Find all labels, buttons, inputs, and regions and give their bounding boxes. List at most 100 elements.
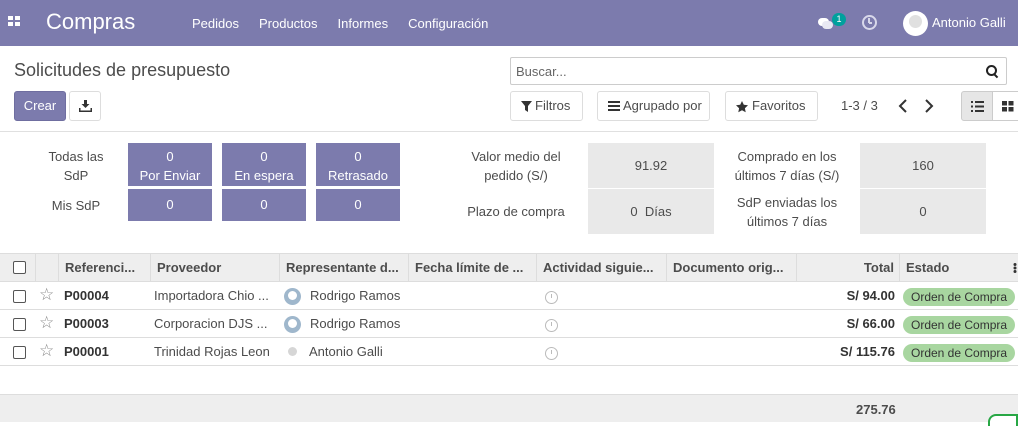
user-menu[interactable]: Antonio Galli (932, 15, 1006, 30)
activities-clock-icon[interactable] (862, 15, 877, 30)
row-checkbox[interactable] (13, 318, 26, 331)
menu-item-configuration[interactable]: Configuración (398, 16, 498, 31)
column-representative[interactable]: Representante d... (280, 254, 409, 281)
favorite-star-icon[interactable]: ☆ (39, 314, 54, 331)
row-vendor: Trinidad Rojas Leon (154, 344, 270, 359)
tile-waiting-label: En espera (234, 168, 294, 183)
representative-avatar (284, 288, 301, 305)
table-header: Referenci... Proveedor Representante d..… (0, 253, 1018, 282)
row-reference: P00003 (64, 316, 109, 331)
chevron-right-icon[interactable] (923, 99, 935, 113)
search-icon[interactable] (986, 65, 998, 77)
table-row[interactable]: ☆ P00003 Corporacion DJS ... Rodrigo Ram… (0, 310, 1018, 338)
tile-my-late[interactable]: 0 (316, 189, 400, 221)
optional-columns-icon[interactable] (1013, 263, 1017, 273)
kanban-view-button[interactable] (992, 91, 1018, 121)
tile-to-send[interactable]: 0 Por Enviar (128, 143, 212, 186)
row-vendor: Importadora Chio ... (154, 288, 269, 303)
chevron-left-icon[interactable] (897, 99, 909, 113)
tile-to-send-value: 0 (166, 149, 174, 164)
grand-total: 275.76 (856, 402, 896, 417)
tile-late[interactable]: 0 Retrasado (316, 143, 400, 186)
row-checkbox[interactable] (13, 346, 26, 359)
column-vendor[interactable]: Proveedor (151, 254, 280, 281)
control-panel-divider (0, 131, 1018, 132)
row-total: S/ 115.76 (840, 344, 895, 359)
app-title[interactable]: Compras (46, 9, 135, 35)
rfq-sent-value: 0 (860, 189, 986, 234)
row-total: S/ 66.00 (846, 316, 895, 331)
user-avatar[interactable] (903, 11, 928, 36)
column-status[interactable]: Estado (900, 254, 1018, 281)
top-navbar: Compras Pedidos Productos Informes Confi… (0, 0, 1018, 46)
purchased-7days-value: 160 (860, 143, 986, 188)
filters-button[interactable]: Filtros (510, 91, 583, 121)
star-icon (736, 101, 748, 113)
tile-my-to-send[interactable]: 0 (128, 189, 212, 221)
favorite-star-icon[interactable]: ☆ (39, 342, 54, 359)
table-footer: 275.76 (0, 394, 1018, 422)
row-reference: P00001 (64, 344, 109, 359)
lead-time-label: Plazo de compra (467, 204, 565, 219)
all-rfqs-label: Todas las SdP (48, 149, 104, 183)
messages-count-badge: 1 (832, 13, 846, 26)
row-representative: Rodrigo Ramos (310, 316, 401, 331)
column-next-activity[interactable]: Actividad siguie... (537, 254, 667, 281)
row-representative: Antonio Galli (309, 344, 383, 359)
representative-avatar (284, 316, 301, 333)
tile-to-send-label: Por Enviar (139, 168, 201, 183)
tile-my-waiting[interactable]: 0 (222, 189, 306, 221)
my-rfqs-label: Mis SdP (51, 198, 101, 213)
table-row[interactable]: ☆ P00001 Trinidad Rojas Leon Antonio Gal… (0, 338, 1018, 366)
tile-late-value: 0 (354, 149, 362, 164)
list-icon (971, 101, 984, 112)
activity-clock-icon[interactable] (545, 291, 558, 304)
favorite-column-header (36, 254, 59, 281)
favorites-label: Favoritos (752, 98, 806, 113)
create-button[interactable]: Crear (14, 91, 66, 121)
purchased-7days-label: Comprado en los últimos 7 días (S/) (734, 149, 840, 183)
search-input[interactable] (511, 58, 971, 84)
select-all-cell (0, 254, 36, 281)
search-box (510, 57, 1007, 85)
group-by-button[interactable]: Agrupado por (597, 91, 710, 121)
avg-order-value: 91.92 (588, 143, 714, 188)
representative-avatar (284, 344, 301, 361)
page-title: Solicitudes de presupuesto (14, 60, 231, 80)
avg-order-value-label: Valor medio del pedido (S/) (471, 149, 561, 183)
pager-value[interactable]: 1-3 / 3 (841, 98, 878, 113)
column-reference[interactable]: Referenci... (59, 254, 151, 281)
table-row[interactable]: ☆ P00004 Importadora Chio ... Rodrigo Ra… (0, 282, 1018, 310)
tile-late-label: Retrasado (328, 168, 388, 183)
list-view-button[interactable] (961, 91, 993, 121)
rfq-sent-label: SdP enviadas los últimos 7 días (736, 195, 838, 229)
favorites-button[interactable]: Favoritos (725, 91, 818, 121)
row-reference: P00004 (64, 288, 109, 303)
kanban-icon (1002, 101, 1014, 112)
download-button[interactable] (69, 91, 101, 121)
status-badge: Orden de Compra (903, 288, 1016, 306)
column-total[interactable]: Total (797, 254, 900, 281)
menu-item-reports[interactable]: Informes (328, 16, 399, 31)
lead-time-value: 0 Días (588, 189, 714, 234)
apps-menu-icon[interactable] (8, 16, 21, 28)
tile-waiting-value: 0 (260, 149, 268, 164)
favorite-star-icon[interactable]: ☆ (39, 286, 54, 303)
help-icon[interactable] (988, 414, 1018, 426)
column-source-document[interactable]: Documento orig... (667, 254, 797, 281)
filter-icon (521, 101, 532, 112)
bars-icon (608, 101, 620, 111)
menu-item-products[interactable]: Productos (249, 16, 328, 31)
activity-clock-icon[interactable] (545, 347, 558, 360)
tile-waiting[interactable]: 0 En espera (222, 143, 306, 186)
select-all-checkbox[interactable] (13, 261, 26, 274)
column-deadline[interactable]: Fecha límite de ... (409, 254, 537, 281)
status-badge: Orden de Compra (903, 344, 1016, 362)
status-badge: Orden de Compra (903, 316, 1016, 334)
row-checkbox[interactable] (13, 290, 26, 303)
row-representative: Rodrigo Ramos (310, 288, 401, 303)
row-vendor: Corporacion DJS ... (154, 316, 268, 331)
menu-item-orders[interactable]: Pedidos (182, 16, 249, 31)
activity-clock-icon[interactable] (545, 319, 558, 332)
main-menu: Pedidos Productos Informes Configuración (182, 0, 498, 46)
